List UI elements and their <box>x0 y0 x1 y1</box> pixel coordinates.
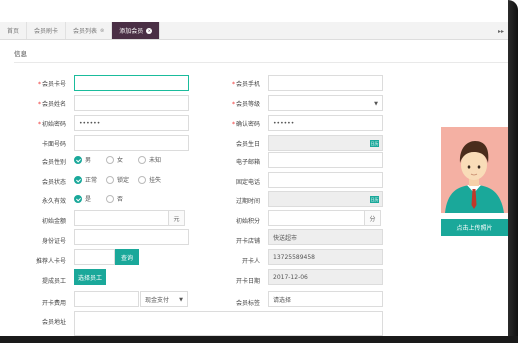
address-input[interactable] <box>74 311 383 336</box>
section-title: 信息 <box>14 50 27 58</box>
status-lost-radio[interactable]: 挂失 <box>138 175 161 184</box>
label-fee: 开卡费用 <box>41 300 66 307</box>
label-phone: *会员手机 <box>231 81 260 88</box>
unit-addon: 分 <box>364 211 380 225</box>
level-select[interactable]: ▼ <box>268 95 383 111</box>
tab-label: 首页 <box>7 28 20 35</box>
label-referrer: 推荐人卡号 <box>35 258 66 265</box>
laptop-frame: 首页 会员刷卡 会员列表 ⊗ 添加会员 × ▸▸ 信息 *会员卡号 *会员手机 *会… <box>0 0 518 343</box>
label-id-no: 身份证号 <box>41 238 66 245</box>
tab-member-swipe[interactable]: 会员刷卡 <box>27 22 67 39</box>
label-init-points: 初始积分 <box>235 218 260 225</box>
referrer-input[interactable] <box>74 249 115 265</box>
name-input[interactable] <box>74 95 189 111</box>
opener-field: 13725589458 <box>268 249 383 265</box>
open-date-field: 2017-12-06 <box>268 269 383 285</box>
label-tags: 会员标签 <box>235 300 260 307</box>
label-email: 电子邮箱 <box>235 159 260 166</box>
tab-label: 会员刷卡 <box>34 28 59 35</box>
label-opener: 开卡人 <box>241 258 260 265</box>
label-landline: 固定电话 <box>235 179 260 186</box>
gender-unknown-radio[interactable]: 未知 <box>138 155 161 164</box>
tags-select[interactable]: 请选择 <box>268 291 383 307</box>
label-init-amount: 初始金额 <box>41 218 66 225</box>
tab-home[interactable]: 首页 <box>0 22 28 39</box>
store-field: 快送超市 <box>268 229 383 245</box>
label-confirm-pwd: *确认密码 <box>231 121 260 128</box>
close-icon[interactable]: ⊗ <box>100 28 104 34</box>
init-points-input[interactable]: 分 <box>268 210 381 226</box>
label-level: *会员等级 <box>231 101 260 108</box>
query-button[interactable]: 查询 <box>115 249 139 265</box>
init-amount-input[interactable]: 元 <box>74 210 185 226</box>
unit-addon: 元 <box>168 211 184 225</box>
permanent-no-radio[interactable]: 否 <box>106 194 123 203</box>
card-no-input[interactable] <box>74 75 189 91</box>
gender-female-radio[interactable]: 女 <box>106 155 123 164</box>
tab-label: 会员列表 <box>73 28 98 35</box>
calendar-icon[interactable]: 日历 <box>370 140 379 147</box>
bezel <box>0 336 518 343</box>
label-permanent: 永久有效 <box>41 198 66 205</box>
label-store: 开卡店铺 <box>235 238 260 245</box>
tab-label: 添加会员 <box>119 28 144 35</box>
label-name: *会员姓名 <box>37 101 66 108</box>
pay-method-select[interactable]: 现金支付 ▼ <box>140 291 188 307</box>
landline-input[interactable] <box>268 172 383 188</box>
label-init-pwd: *初始密码 <box>37 121 66 128</box>
email-input[interactable] <box>268 152 383 168</box>
label-address: 会员地址 <box>41 319 66 326</box>
status-locked-radio[interactable]: 锁定 <box>106 175 129 184</box>
birthday-input[interactable]: 日历 <box>268 135 383 151</box>
divider <box>14 62 508 63</box>
status-normal-radio[interactable]: 正常 <box>74 175 97 184</box>
close-icon[interactable]: × <box>146 27 153 34</box>
label-gender: 会员性别 <box>41 159 66 166</box>
radio-icon <box>106 175 114 184</box>
chevron-down-icon: ▼ <box>179 297 183 303</box>
init-password-input[interactable]: •••••• <box>74 115 189 131</box>
screen: 首页 会员刷卡 会员列表 ⊗ 添加会员 × ▸▸ 信息 *会员卡号 *会员手机 *会… <box>0 0 508 336</box>
select-employee-button[interactable]: 选择员工 <box>74 269 106 285</box>
id-no-input[interactable] <box>74 229 189 245</box>
fee-input[interactable] <box>74 291 139 307</box>
radio-checked-icon <box>74 194 82 203</box>
label-card-no: *会员卡号 <box>37 81 66 88</box>
permanent-yes-radio[interactable]: 是 <box>74 194 91 203</box>
radio-icon <box>106 194 114 203</box>
label-birthday: 会员生日 <box>235 141 260 148</box>
label-expiry: 过期时间 <box>235 198 260 205</box>
radio-icon <box>106 155 114 164</box>
confirm-password-input[interactable]: •••••• <box>268 115 383 131</box>
calendar-icon[interactable]: 日历 <box>370 196 379 203</box>
tab-scroll-right-icon[interactable]: ▸▸ <box>498 22 504 40</box>
label-card-face: 卡面号码 <box>41 141 66 148</box>
chevron-down-icon: ▼ <box>374 101 378 107</box>
card-face-input[interactable] <box>74 135 189 151</box>
label-open-date: 开卡日期 <box>235 278 260 285</box>
radio-icon <box>138 155 146 164</box>
label-status: 会员状态 <box>41 179 66 186</box>
upload-photo-button[interactable]: 点击上传照片 <box>441 219 508 236</box>
user-avatar-icon <box>441 127 508 213</box>
tab-add-member[interactable]: 添加会员 × <box>112 22 161 39</box>
gender-male-radio[interactable]: 男 <box>74 155 91 164</box>
tab-bar: 首页 会员刷卡 会员列表 ⊗ 添加会员 × ▸▸ <box>0 22 508 40</box>
tab-member-list[interactable]: 会员列表 ⊗ <box>66 22 113 39</box>
phone-input[interactable] <box>268 75 383 91</box>
radio-icon <box>138 175 146 184</box>
avatar <box>441 127 508 213</box>
bezel <box>508 0 518 343</box>
radio-checked-icon <box>74 155 82 164</box>
radio-checked-icon <box>74 175 82 184</box>
expiry-input[interactable]: 日历 <box>268 191 383 207</box>
label-commission: 提成员工 <box>41 278 66 285</box>
